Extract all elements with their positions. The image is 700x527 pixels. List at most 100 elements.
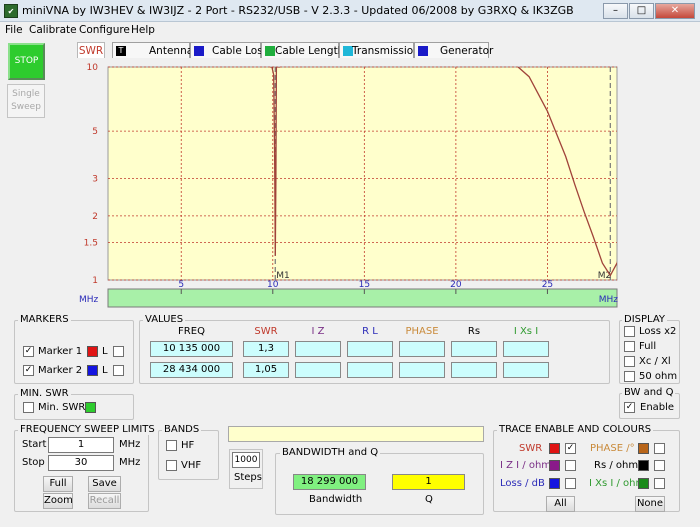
bandwidth-value: 18 299 000 [293, 474, 366, 490]
recall-button[interactable]: Recall [88, 493, 121, 509]
trace-swr-color[interactable] [549, 443, 560, 454]
values-header-rl: R L [362, 326, 378, 337]
min-swr-color[interactable] [85, 402, 96, 413]
save-button[interactable]: Save [88, 476, 121, 492]
x-unit-label-left: MHz [79, 295, 99, 305]
trace-all-button[interactable]: All [546, 496, 575, 512]
close-button[interactable]: ✕ [655, 3, 695, 19]
marker-1-color[interactable] [87, 346, 98, 357]
tab-transmission[interactable]: Transmission [339, 42, 420, 59]
y-tick-label-2: 3 [92, 174, 98, 184]
trace-none-button[interactable]: None [635, 496, 665, 512]
marker-1-checkbox[interactable]: ✓ [23, 346, 34, 357]
single-sweep-button[interactable]: Single Sweep [7, 84, 45, 118]
marker-2-xs-value [503, 362, 549, 378]
trace-xs-checkbox[interactable] [654, 478, 665, 489]
tab-cable-loss[interactable]: Cable Loss [190, 42, 268, 59]
start-unit: MHz [119, 439, 141, 450]
marker-label-2: M2 [598, 271, 612, 281]
minimize-icon: – [613, 5, 618, 16]
close-icon: ✕ [670, 5, 680, 16]
markers-title: MARKERS [18, 314, 71, 325]
vhf-checkbox[interactable] [166, 460, 177, 471]
trace-swr-label: SWR [519, 443, 543, 454]
menu-configure[interactable]: Configure [79, 24, 130, 36]
x-tick-label-2: 15 [359, 280, 370, 290]
tab-generator[interactable]: Generator [414, 42, 493, 59]
menu-calibrate[interactable]: Calibrate [29, 24, 77, 36]
maximize-button[interactable]: □ [629, 3, 654, 19]
bw-q-title: BW and Q [622, 387, 676, 398]
values-title: VALUES [143, 314, 186, 325]
zoom-button[interactable]: Zoom [43, 493, 73, 509]
tab-cable-length-label: Cable Length [275, 45, 345, 57]
loss-x2-checkbox[interactable] [624, 326, 635, 337]
sweep-limits-title: FREQUENCY SWEEP LIMITS [18, 424, 157, 435]
start-frequency-input[interactable]: 1 [48, 437, 114, 453]
marker-1-swr-value: 1,3 [243, 341, 289, 357]
marker-1-freq-value: 10 135 000 [150, 341, 233, 357]
marker-2-phase-value [399, 362, 445, 378]
tab-cable-loss-label: Cable Loss [212, 45, 269, 57]
marker-2-color[interactable] [87, 365, 98, 376]
trace-xs-color[interactable] [638, 478, 649, 489]
xc-xl-checkbox[interactable] [624, 356, 635, 367]
stop-label: Stop [22, 457, 45, 468]
x-tick-label-3: 20 [450, 280, 462, 290]
marker-2-rl-value [347, 362, 393, 378]
trace-swr-checkbox[interactable]: ✓ [565, 443, 576, 454]
antenna-icon: T [116, 46, 126, 56]
cable-length-icon [265, 46, 275, 56]
trace-rs-checkbox[interactable] [654, 460, 665, 471]
trace-phase-checkbox[interactable] [654, 443, 665, 454]
steps-label: Steps [234, 472, 262, 483]
swr-chart-svg: 105321.51 5 10 15 20 25MHz MHzM1 M2 [79, 63, 618, 308]
trace-rs-color[interactable] [638, 460, 649, 471]
menu-file[interactable]: File [5, 24, 23, 36]
trace-z-color[interactable] [549, 460, 560, 471]
trace-rs-label: Rs / ohm [594, 460, 639, 471]
marker-2-label: Marker 2 [38, 365, 83, 376]
swr-chart[interactable]: 10 5 3 2 1.5 1 5 10 15 20 25 MHz MHz M1 M2 [77, 58, 623, 310]
trace-loss-checkbox[interactable] [565, 478, 576, 489]
stop-frequency-input[interactable]: 30 [48, 455, 114, 471]
stop-button[interactable]: STOP [8, 43, 45, 80]
trace-loss-color[interactable] [549, 478, 560, 489]
tab-antenna[interactable]: T Antenna [112, 42, 194, 59]
tab-transmission-label: Transmission [352, 45, 420, 57]
marker-2-checkbox[interactable]: ✓ [23, 365, 34, 376]
trace-xs-label: I Xs I / ohm [589, 478, 646, 489]
marker-1-phase-value [399, 341, 445, 357]
x-axis-strip [107, 288, 618, 308]
start-label: Start [22, 439, 47, 450]
full-checkbox[interactable] [624, 341, 635, 352]
tab-swr[interactable]: SWR [77, 42, 105, 59]
full-button[interactable]: Full [43, 476, 73, 492]
trace-z-checkbox[interactable] [565, 460, 576, 471]
trace-phase-color[interactable] [638, 443, 649, 454]
values-header-z: I Z [311, 326, 325, 337]
menu-help[interactable]: Help [131, 24, 155, 36]
values-header-xs: I Xs I [513, 326, 539, 337]
min-swr-checkbox[interactable] [23, 402, 34, 413]
status-field [228, 426, 484, 442]
steps-input[interactable]: 1000 [232, 452, 260, 468]
marker-2-l-label: L [102, 365, 108, 376]
hf-checkbox[interactable] [166, 440, 177, 451]
bands-group [158, 430, 219, 480]
tab-cable-length[interactable]: Cable Length [261, 42, 344, 59]
hf-label: HF [181, 440, 195, 451]
bw-q-enable-checkbox[interactable]: ✓ [624, 402, 635, 413]
tab-antenna-label: Antenna [149, 45, 194, 57]
bands-title: BANDS [162, 424, 202, 435]
marker-1-l-checkbox[interactable] [113, 346, 124, 357]
marker-1-rl-value [347, 341, 393, 357]
bw-q-enable-label: Enable [640, 402, 675, 413]
values-header-swr: SWR [254, 326, 278, 337]
50-ohm-checkbox[interactable] [624, 371, 635, 382]
y-tick-label-5: 1 [92, 276, 98, 286]
stop-unit: MHz [119, 457, 141, 468]
minimize-button[interactable]: – [603, 3, 628, 19]
marker-2-l-checkbox[interactable] [113, 365, 124, 376]
trace-z-label: I Z I / ohm [500, 460, 552, 471]
